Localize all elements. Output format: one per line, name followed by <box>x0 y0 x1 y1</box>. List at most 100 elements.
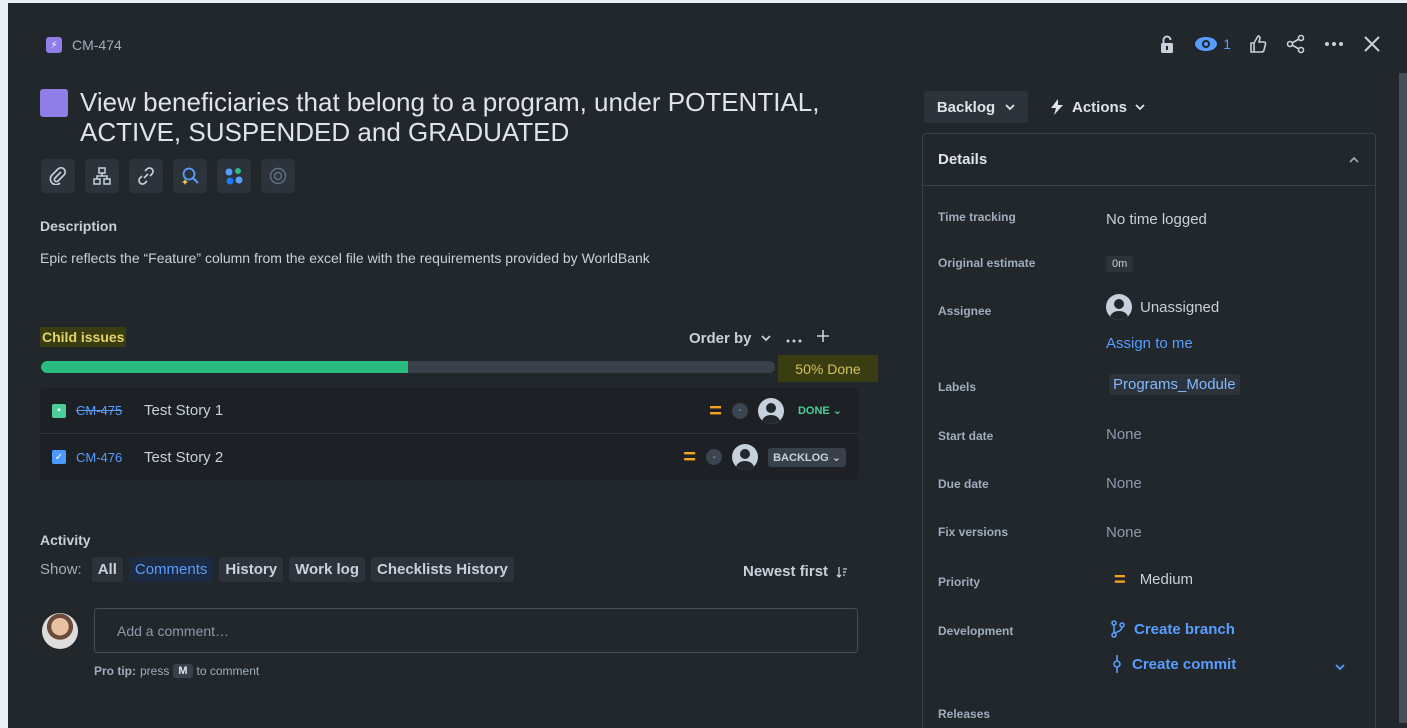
shortcut-key: M <box>173 664 193 678</box>
child-issue-summary[interactable]: Test Story 2 <box>144 449 683 466</box>
issue-key-link[interactable]: CM-474 <box>72 37 122 53</box>
details-panel: Details Time tracking No time logged Ori… <box>922 133 1376 728</box>
list-item[interactable]: ✓ CM-476 Test Story 2 = - BACKLOG ⌄ <box>40 434 858 480</box>
status-dropdown[interactable]: DONE ⌄ <box>794 402 846 419</box>
details-title: Details <box>938 151 988 168</box>
chevron-down-icon <box>760 335 771 342</box>
filter-comments[interactable]: Comments <box>128 557 214 582</box>
link-icon <box>138 167 154 185</box>
create-branch-link[interactable]: Create branch <box>1110 620 1235 638</box>
child-issue-key[interactable]: CM-476 <box>76 450 144 465</box>
description-text[interactable]: Epic reflects the “Feature” column from … <box>40 250 650 266</box>
ai-search-button[interactable] <box>173 159 207 193</box>
protip-press: press <box>140 664 170 678</box>
issue-title[interactable]: View beneficiaries that belong to a prog… <box>80 87 860 147</box>
assignee-avatar <box>1106 294 1132 320</box>
apps-icon <box>225 168 243 185</box>
like-icon[interactable] <box>1247 33 1269 55</box>
child-issues-controls: Order by <box>689 329 830 347</box>
estimate-badge: - <box>706 449 723 465</box>
branch-icon <box>1111 620 1125 638</box>
start-date-label: Start date <box>938 429 994 443</box>
start-date-value[interactable]: None <box>1106 426 1142 443</box>
estimate-badge: - <box>731 402 748 419</box>
filter-all[interactable]: All <box>91 557 123 582</box>
pro-tip: Pro tip: press M to comment <box>94 664 259 678</box>
eye-icon <box>1195 37 1218 51</box>
assignee-value: Unassigned <box>1140 298 1220 316</box>
original-estimate-label: Original estimate <box>938 256 1036 270</box>
development-chevron[interactable] <box>1335 658 1345 676</box>
target-button[interactable] <box>261 159 295 193</box>
status-button[interactable]: Backlog <box>924 91 1028 123</box>
chevron-down-icon <box>1005 103 1015 110</box>
child-issue-key[interactable]: CM-475 <box>76 403 144 418</box>
sort-order-button[interactable]: Newest first <box>743 563 848 580</box>
attach-button[interactable] <box>41 159 75 193</box>
time-tracking-value[interactable]: No time logged <box>1106 211 1207 228</box>
filter-work-log[interactable]: Work log <box>289 557 365 582</box>
comment-input[interactable]: Add a comment… <box>94 608 858 653</box>
link-issue-button[interactable] <box>129 159 163 193</box>
progress-label: 50% Done <box>778 355 878 382</box>
lightning-icon <box>1051 99 1063 115</box>
child-issue-summary[interactable]: Test Story 1 <box>144 402 709 419</box>
status-dropdown[interactable]: BACKLOG ⌄ <box>768 447 846 467</box>
original-estimate-field[interactable]: 0m <box>1106 254 1134 272</box>
child-progress-fill <box>41 361 408 373</box>
assign-to-me-link[interactable]: Assign to me <box>1106 335 1193 352</box>
actions-button[interactable]: Actions <box>1050 91 1145 123</box>
target-icon <box>269 167 287 185</box>
watch-button[interactable]: 1 <box>1194 36 1231 52</box>
more-icon[interactable] <box>786 330 802 347</box>
status-button-label: Backlog <box>936 98 996 116</box>
labels-label: Labels <box>938 380 977 394</box>
chevron-up-icon <box>1349 156 1359 163</box>
chevron-down-icon: ⌄ <box>831 451 841 464</box>
more-icon[interactable] <box>1323 33 1345 55</box>
apps-button[interactable] <box>217 159 251 193</box>
protip-bold: Pro tip: <box>94 664 136 678</box>
chevron-down-icon: ⌄ <box>832 405 842 417</box>
create-commit-link[interactable]: Create commit <box>1110 655 1236 673</box>
share-icon[interactable] <box>1285 33 1307 55</box>
avatar <box>42 613 78 649</box>
fix-versions-value[interactable]: None <box>1106 524 1142 541</box>
issue-title-row: View beneficiaries that belong to a prog… <box>40 87 860 147</box>
order-by-button[interactable]: Order by <box>689 330 772 347</box>
sparkle-search-icon <box>182 167 199 185</box>
child-progress-bar <box>41 361 775 373</box>
priority-field[interactable]: = Medium <box>1114 568 1194 591</box>
scrollbar[interactable] <box>1399 73 1407 723</box>
priority-medium-icon: = <box>1114 568 1126 591</box>
fix-versions-label: Fix versions <box>938 525 1009 539</box>
watch-count: 1 <box>1223 36 1231 52</box>
labels-field[interactable]: Programs_Module <box>1109 374 1240 395</box>
filter-checklists-history[interactable]: Checklists History <box>370 557 514 582</box>
development-label: Development <box>938 624 1014 638</box>
chevron-down-icon <box>1135 103 1145 110</box>
priority-medium-icon: = <box>683 444 697 469</box>
time-tracking-label: Time tracking <box>938 210 1016 224</box>
list-item[interactable]: ▪ CM-475 Test Story 1 = - DONE ⌄ <box>40 388 858 434</box>
add-child-icon[interactable] <box>816 329 830 347</box>
protip-rest: to comment <box>196 664 260 678</box>
filter-history[interactable]: History <box>219 557 284 582</box>
due-date-value[interactable]: None <box>1106 475 1142 492</box>
priority-value: Medium <box>1139 571 1194 588</box>
original-estimate-value: 0m <box>1106 256 1134 272</box>
assignee-avatar[interactable] <box>732 444 759 470</box>
assignee-field[interactable]: Unassigned <box>1106 294 1219 320</box>
due-date-label: Due date <box>938 477 989 491</box>
hierarchy-icon <box>93 167 111 185</box>
assignee-avatar[interactable] <box>757 397 784 424</box>
activity-label: Activity <box>40 532 91 548</box>
details-header[interactable]: Details <box>923 134 1375 186</box>
label-chip[interactable]: Programs_Module <box>1109 374 1240 395</box>
lock-icon[interactable] <box>1156 33 1178 55</box>
child-issue-button[interactable] <box>85 159 119 193</box>
issue-breadcrumb: ⚡ CM-474 <box>46 37 122 53</box>
paperclip-icon <box>49 167 67 185</box>
status-label: DONE <box>797 405 830 417</box>
close-icon[interactable] <box>1361 33 1383 55</box>
